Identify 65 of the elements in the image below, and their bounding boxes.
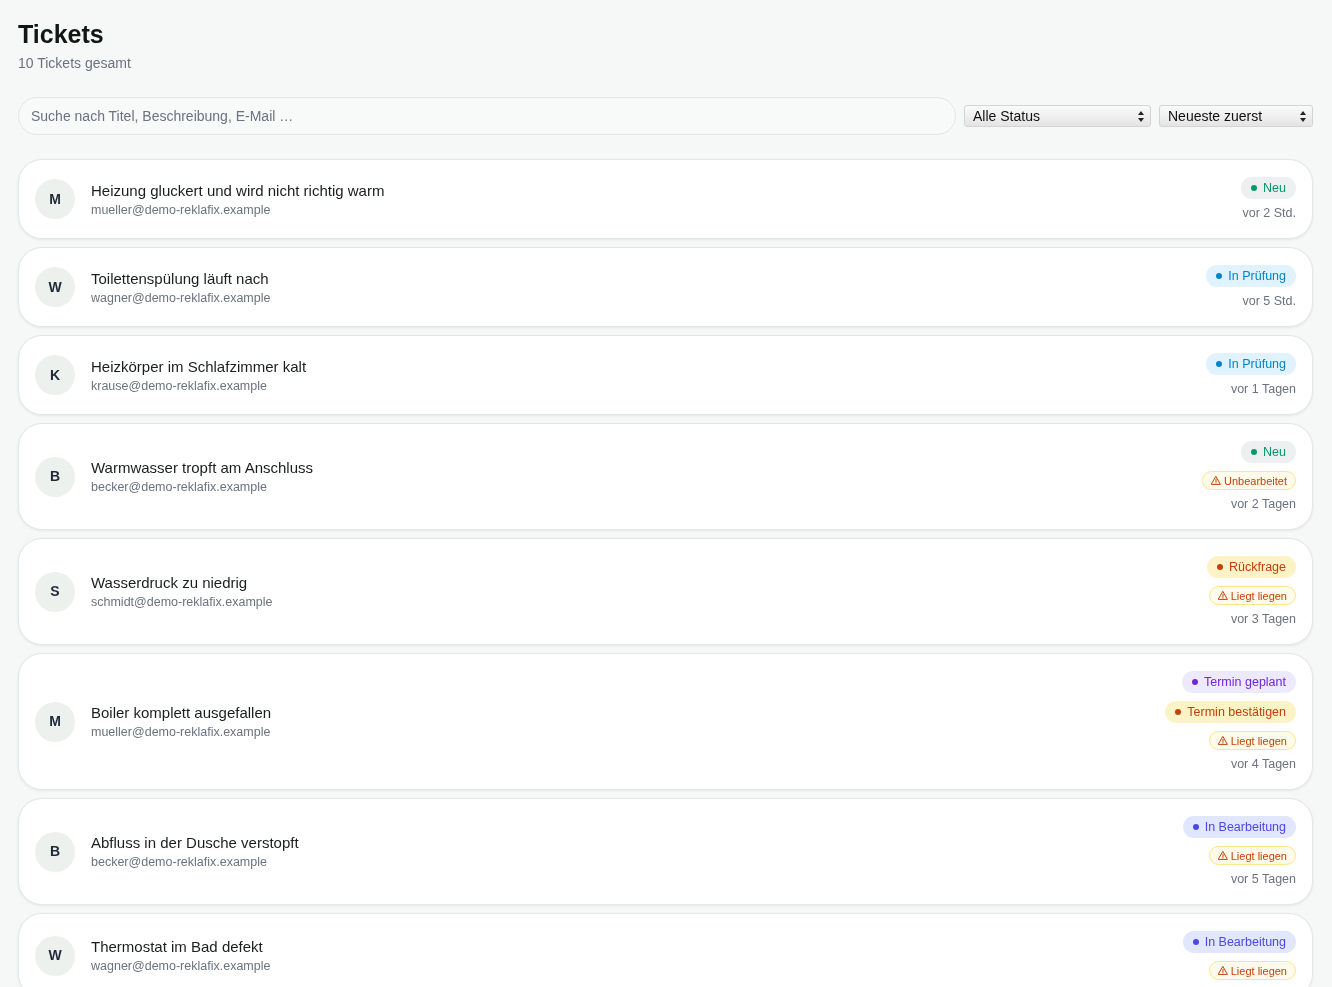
ticket-email: krause@demo-reklafix.example	[91, 377, 267, 394]
ticket-title: Heizkörper im Schlafzimmer kalt	[91, 356, 307, 377]
up-down-arrows-icon	[1300, 110, 1306, 122]
status-label: Rückfrage	[1229, 559, 1286, 575]
status-label: Termin geplant	[1204, 674, 1286, 690]
avatar: M	[35, 179, 75, 219]
ticket-count: 10 Tickets gesamt	[18, 54, 131, 73]
ticket-card[interactable]: W Toilettenspülung läuft nach wagner@demo-reklafix.example In Prüfung vor 5 Std.	[18, 247, 1313, 327]
warning-label: Unbearbeitet	[1224, 473, 1287, 488]
warning-icon	[1217, 966, 1228, 975]
ticket-title: Thermostat im Bad defekt	[91, 937, 263, 957]
page-title: Tickets	[18, 19, 104, 50]
time-ago: vor 1 Tagen	[1230, 381, 1296, 397]
sort-select[interactable]: Neueste zuerst	[1159, 105, 1313, 127]
ticket-card[interactable]: B Abfluss in der Dusche verstopft becker@demo-reklafix.example In Bearbeitung Liegt liegen vor 5 Tagen	[18, 798, 1313, 905]
status-select[interactable]: Alle Status	[964, 105, 1151, 127]
ticket-title: Abfluss in der Dusche verstopft	[91, 833, 299, 853]
ticket-email: becker@demo-reklafix.example	[91, 854, 267, 870]
avatar: B	[35, 456, 75, 497]
status-label: In Prüfung	[1228, 268, 1286, 284]
ticket-title: Warmwasser tropft am Anschluss	[91, 458, 313, 478]
ticket-title: Toilettenspülung läuft nach	[91, 268, 269, 289]
avatar: W	[35, 267, 75, 307]
warning-label: Liegt liegen	[1230, 588, 1287, 603]
ticket-email: becker@demo-reklafix.example	[91, 479, 267, 495]
status-label: In Prüfung	[1228, 356, 1286, 372]
time-ago: vor 2 Tagen	[1230, 496, 1296, 512]
avatar: W	[35, 935, 75, 976]
time-ago: vor 5 Std.	[1242, 293, 1296, 309]
ticket-email: wagner@demo-reklafix.example	[91, 958, 271, 974]
avatar: B	[35, 831, 75, 872]
warning-icon	[1217, 851, 1228, 860]
warning-label: Liegt liegen	[1230, 848, 1287, 863]
status-label: Termin bestätigen	[1187, 704, 1286, 720]
ticket-card[interactable]: M Boiler komplett ausgefallen mueller@demo-reklafix.example Termin geplant Termin bestätigen Liegt liegen vor 4 Tagen	[18, 653, 1313, 790]
ticket-email: wagner@demo-reklafix.example	[91, 289, 271, 306]
time-ago: vor 3 Tagen	[1230, 611, 1296, 627]
ticket-card[interactable]: S Wasserdruck zu niedrig schmidt@demo-reklafix.example Rückfrage Liegt liegen vor 3 Tagen	[18, 538, 1313, 645]
warning-icon	[1211, 476, 1221, 485]
search-field[interactable]: Suche nach Titel, Beschreibung, E-Mail …	[18, 97, 956, 135]
status-label: Neu	[1263, 444, 1286, 460]
up-down-arrows-icon	[1138, 110, 1144, 122]
ticket-card[interactable]: B Warmwasser tropft am Anschluss becker@demo-reklafix.example Neu Unbearbeitet vor 2 Tagen	[18, 423, 1313, 530]
ticket-card[interactable]: K Heizkörper im Schlafzimmer kalt krause@demo-reklafix.example In Prüfung vor 1 Tagen	[18, 335, 1313, 415]
ticket-title: Wasserdruck zu niedrig	[91, 573, 248, 593]
status-label: In Bearbeitung	[1204, 819, 1286, 835]
warning-label: Liegt liegen	[1230, 733, 1287, 748]
ticket-card[interactable]: W Thermostat im Bad defekt wagner@demo-reklafix.example In Bearbeitung Liegt liegen	[18, 913, 1313, 987]
time-ago: vor 4 Tagen	[1230, 756, 1296, 772]
time-ago: vor 5 Tagen	[1230, 871, 1296, 887]
status-label: Neu	[1263, 180, 1286, 196]
ticket-email: schmidt@demo-reklafix.example	[91, 594, 273, 610]
avatar: M	[35, 701, 75, 742]
ticket-email: mueller@demo-reklafix.example	[91, 201, 271, 218]
status-label: In Bearbeitung	[1204, 934, 1286, 950]
ticket-card[interactable]: M Heizung gluckert und wird nicht richtig warm mueller@demo-reklafix.example Neu vor 2 Std.	[18, 159, 1313, 239]
time-ago: vor 2 Std.	[1242, 205, 1296, 221]
ticket-title: Heizung gluckert und wird nicht richtig warm	[91, 180, 385, 201]
ticket-email: mueller@demo-reklafix.example	[91, 724, 271, 740]
avatar: K	[35, 355, 75, 395]
ticket-title: Boiler komplett ausgefallen	[91, 703, 272, 723]
warning-icon	[1217, 736, 1228, 745]
warning-icon	[1217, 591, 1228, 600]
warning-label: Liegt liegen	[1230, 963, 1287, 978]
avatar: S	[35, 571, 75, 612]
